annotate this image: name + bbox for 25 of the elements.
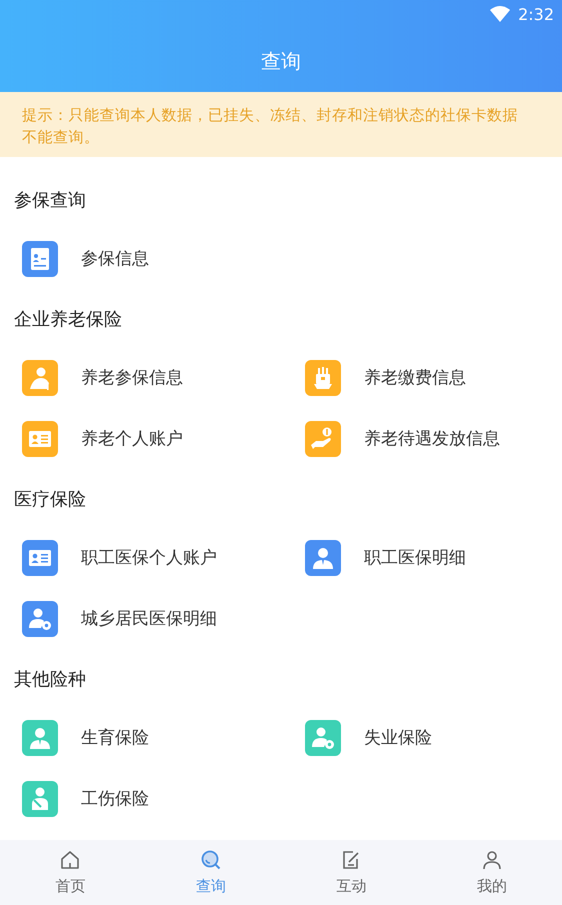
wifi-icon <box>490 6 510 22</box>
home-icon <box>59 849 82 871</box>
menu-item[interactable]: 养老个人账户 <box>0 408 283 469</box>
page-title: 查询 <box>261 48 301 75</box>
menu-item[interactable]: 失业保险 <box>283 707 562 768</box>
menu-item[interactable]: 养老参保信息 <box>0 347 283 408</box>
menu-item[interactable]: 生育保险 <box>0 707 283 768</box>
menu-item[interactable]: 城乡居民医保明细 <box>0 588 283 649</box>
menu-item[interactable]: 工伤保险 <box>0 768 283 829</box>
status-time: 2:32 <box>518 4 554 24</box>
nav-tab[interactable]: 我的 <box>422 840 562 905</box>
notice-text: 提示：只能查询本人数据，已挂失、冻结、封存和注销状态的社保卡数据不能查询。 <box>22 105 519 148</box>
section-heading: 企业养老保险 <box>13 308 122 332</box>
search-icon <box>200 849 222 871</box>
menu-item[interactable]: 职工医保个人账户 <box>0 527 283 588</box>
section-heading: 其他险种 <box>13 668 86 692</box>
nav-tab[interactable]: 互动 <box>281 840 422 905</box>
menu-item[interactable]: 养老缴费信息 <box>283 347 562 408</box>
section-heading: 医疗保险 <box>13 488 86 512</box>
menu-item[interactable]: 参保信息 <box>0 228 283 289</box>
section-heading: 参保查询 <box>13 189 86 213</box>
user-icon <box>480 849 503 871</box>
menu-item[interactable]: 职工医保明细 <box>283 527 562 588</box>
menu-item[interactable]: 养老待遇发放信息 <box>283 408 562 469</box>
nav-tab[interactable]: 首页 <box>0 840 140 905</box>
